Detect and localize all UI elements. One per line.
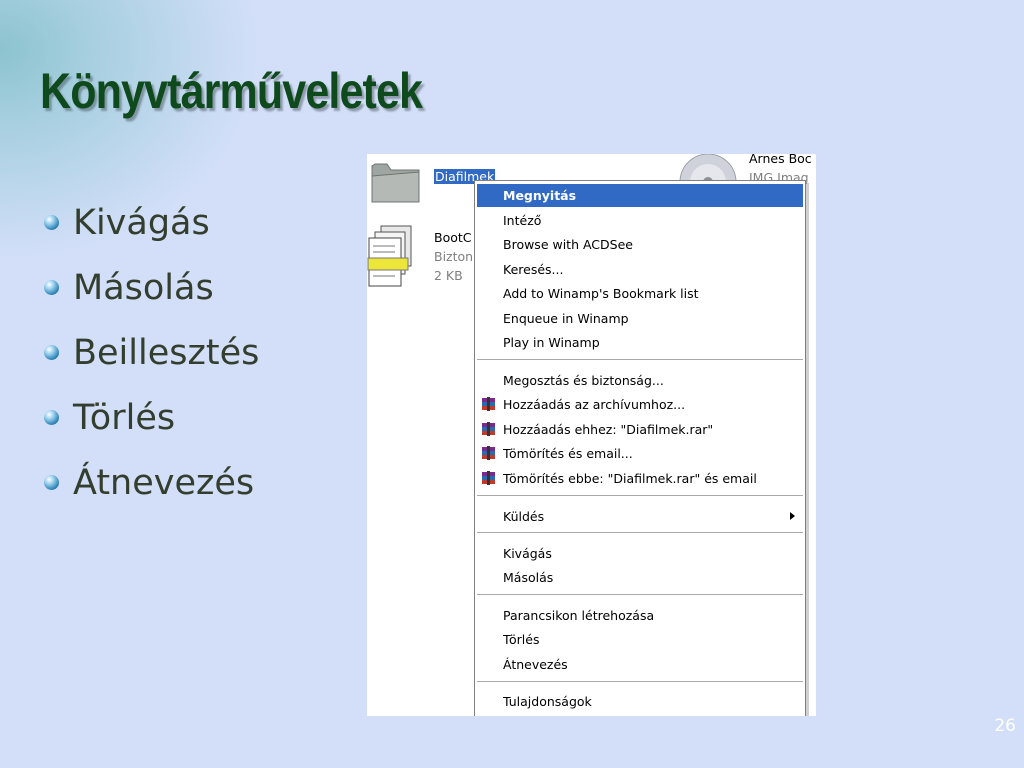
bullet-text: Kivágás — [73, 202, 210, 243]
menu-item-add-to-rar[interactable]: Hozzáadás ehhez: "Diafilmek.rar" — [477, 418, 803, 441]
menu-item-create-shortcut[interactable]: Parancsikon létrehozása — [477, 604, 803, 627]
menu-item-label: Tulajdonságok — [503, 694, 592, 709]
menu-item-copy[interactable]: Másolás — [477, 566, 803, 589]
bullet-dot-icon — [44, 475, 59, 490]
bullet-dot-icon — [44, 215, 59, 230]
menu-item-rename[interactable]: Átnevezés — [477, 653, 803, 676]
menu-separator — [477, 359, 803, 361]
menu-item-compress-rar-email[interactable]: Tömörítés ebbe: "Diafilmek.rar" és email — [477, 467, 803, 490]
image-file-name[interactable]: Arnes Boc — [749, 154, 812, 166]
menu-item-open[interactable]: Megnyitás — [477, 184, 803, 207]
menu-item-label: Megosztás és biztonság... — [503, 373, 664, 388]
menu-item-label: Küldés — [503, 509, 545, 524]
menu-item-label: Intéző — [503, 213, 542, 228]
bullet-list: Kivágás Másolás Beillesztés Törlés Átnev… — [44, 190, 259, 515]
bullet-text: Másolás — [73, 267, 214, 308]
menu-item-label: Másolás — [503, 570, 554, 585]
menu-item-compress-email[interactable]: Tömörítés és email... — [477, 442, 803, 465]
winrar-icon — [482, 446, 495, 460]
menu-item-label: Play in Winamp — [503, 335, 600, 350]
menu-item-send-to[interactable]: Küldés — [477, 505, 803, 528]
menu-item-sharing-security[interactable]: Megosztás és biztonság... — [477, 369, 803, 392]
slide-title: Könyvtárműveletek — [40, 63, 423, 119]
bullet-text: Átnevezés — [73, 462, 255, 503]
bullet-dot-icon — [44, 280, 59, 295]
menu-item-label: Tömörítés ebbe: "Diafilmek.rar" és email — [503, 471, 757, 486]
bullet-dot-icon — [44, 345, 59, 360]
menu-item-cut[interactable]: Kivágás — [477, 542, 803, 565]
context-menu: Megnyitás Intéző Browse with ACDSee Kere… — [474, 180, 806, 716]
bullet-item: Beillesztés — [44, 320, 259, 385]
menu-item-label: Kivágás — [503, 546, 552, 561]
menu-item-label: Enqueue in Winamp — [503, 311, 629, 326]
submenu-arrow-icon — [790, 512, 795, 520]
winrar-icon — [482, 471, 495, 485]
rar-archive-icon[interactable] — [367, 224, 421, 292]
menu-item-label: Tömörítés és email... — [503, 446, 633, 461]
menu-item-label: Hozzáadás ehhez: "Diafilmek.rar" — [503, 422, 714, 437]
winrar-icon — [482, 422, 495, 436]
bullet-item: Átnevezés — [44, 450, 259, 515]
menu-item-winamp-enqueue[interactable]: Enqueue in Winamp — [477, 307, 803, 330]
menu-item-label: Add to Winamp's Bookmark list — [503, 286, 699, 301]
bullet-text: Törlés — [73, 397, 176, 438]
explorer-screenshot: Diafilmek BootC Bizton 2 KB Arnes Boc IM… — [367, 154, 816, 716]
menu-item-label: Parancsikon létrehozása — [503, 608, 655, 623]
menu-separator — [477, 495, 803, 497]
file-name[interactable]: BootC — [434, 230, 472, 245]
bullet-item: Törlés — [44, 385, 259, 450]
menu-item-label: Browse with ACDSee — [503, 237, 633, 252]
menu-separator — [477, 532, 803, 534]
menu-item-label: Megnyitás — [503, 188, 577, 203]
menu-item-label: Törlés — [503, 632, 540, 647]
menu-separator — [477, 681, 803, 683]
menu-item-label: Hozzáadás az archívumhoz... — [503, 397, 686, 412]
bullet-item: Másolás — [44, 255, 259, 320]
menu-item-add-to-archive[interactable]: Hozzáadás az archívumhoz... — [477, 393, 803, 416]
menu-item-search[interactable]: Keresés... — [477, 258, 803, 281]
menu-item-explore[interactable]: Intéző — [477, 209, 803, 232]
menu-item-label: Keresés... — [503, 262, 564, 277]
bullet-text: Beillesztés — [73, 332, 260, 373]
file-type: Bizton — [434, 249, 474, 264]
menu-item-browse-acdsee[interactable]: Browse with ACDSee — [477, 233, 803, 256]
slide-number: 26 — [994, 716, 1016, 736]
file-size: 2 KB — [434, 268, 463, 283]
menu-item-winamp-bookmark[interactable]: Add to Winamp's Bookmark list — [477, 282, 803, 305]
menu-item-properties[interactable]: Tulajdonságok — [477, 690, 803, 713]
menu-item-label: Átnevezés — [503, 657, 568, 672]
menu-separator — [477, 594, 803, 596]
bullet-item: Kivágás — [44, 190, 259, 255]
folder-icon[interactable] — [369, 154, 423, 208]
bullet-dot-icon — [44, 410, 59, 425]
menu-item-delete[interactable]: Törlés — [477, 628, 803, 651]
winrar-icon — [482, 397, 495, 411]
menu-item-winamp-play[interactable]: Play in Winamp — [477, 331, 803, 354]
